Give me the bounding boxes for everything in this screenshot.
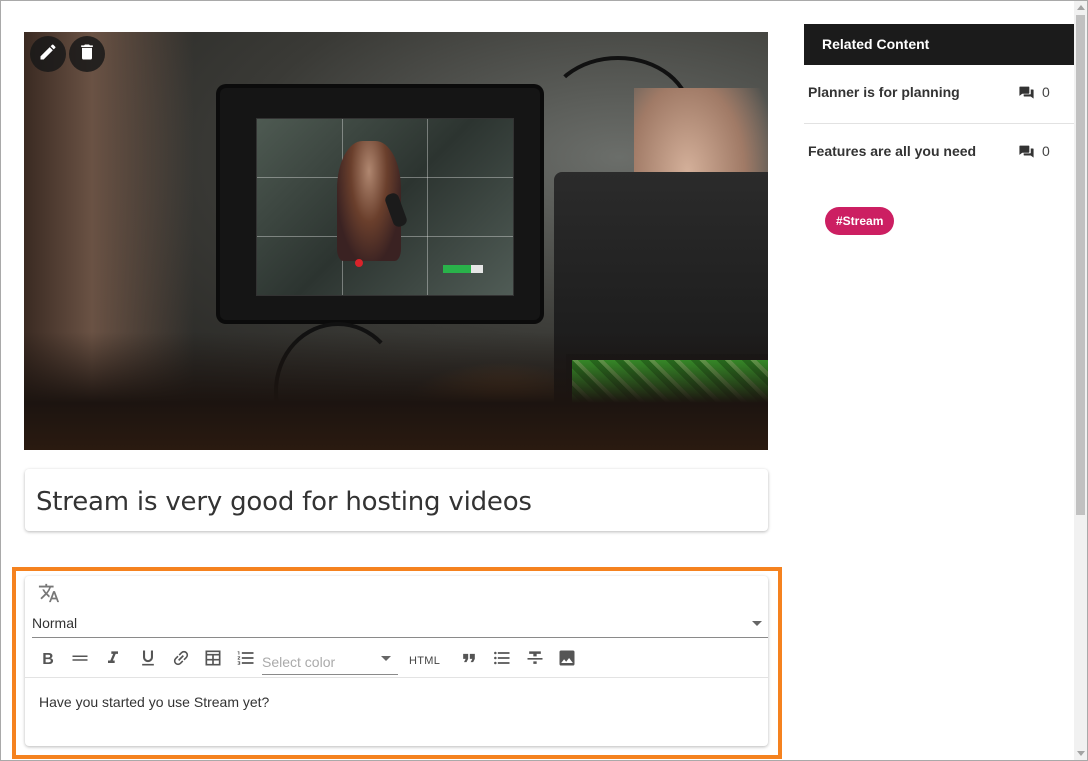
trash-icon (77, 42, 97, 67)
comments-icon (1018, 85, 1035, 101)
quote-icon (459, 648, 479, 673)
strikethrough-icon (525, 648, 545, 673)
related-item-title[interactable]: Planner is for planning (808, 84, 960, 100)
camera-monitor (220, 88, 540, 320)
post-title-card: Stream is very good for hosting videos (25, 469, 768, 531)
bold-button[interactable]: B (37, 649, 59, 671)
comment-editor: Normal B Select color HTML Have you star… (25, 576, 768, 746)
post-title: Stream is very good for hosting videos (36, 487, 532, 517)
paragraph-style-select[interactable]: Normal (32, 610, 768, 638)
italic-icon (103, 648, 123, 673)
html-source-button[interactable]: HTML (409, 655, 440, 667)
scrollbar-thumb[interactable] (1076, 15, 1085, 515)
related-content-title: Related Content (822, 36, 930, 52)
bold-icon: B (42, 651, 54, 668)
insert-image-button[interactable] (556, 649, 578, 671)
vertical-scrollbar[interactable] (1074, 1, 1087, 760)
comment-count: 0 (1042, 143, 1050, 159)
link-button[interactable] (170, 649, 192, 671)
chevron-down-icon (381, 656, 391, 661)
underline-button[interactable] (137, 649, 159, 671)
comment-count: 0 (1042, 84, 1050, 100)
delete-image-button[interactable] (69, 36, 105, 72)
comments-icon (1018, 144, 1035, 160)
related-item[interactable]: Features are all you need 0 (804, 124, 1074, 182)
related-item-title[interactable]: Features are all you need (808, 143, 976, 159)
chevron-down-icon (752, 621, 762, 626)
paragraph-style-value: Normal (32, 615, 78, 631)
strikethrough-button[interactable] (524, 649, 546, 671)
editor-body-text[interactable]: Have you started yo use Stream yet? (39, 694, 269, 710)
edit-image-button[interactable] (30, 36, 66, 72)
pencil-icon (38, 42, 58, 67)
color-select-placeholder: Select color (262, 654, 336, 670)
app-window: Stream is very good for hosting videos N… (0, 0, 1088, 761)
scroll-down-arrow[interactable] (1077, 751, 1085, 756)
bullet-list-button[interactable] (491, 649, 513, 671)
italic-button[interactable] (102, 649, 124, 671)
image-icon (557, 648, 577, 673)
horizontal-rule-button[interactable] (69, 649, 91, 671)
underline-icon (138, 648, 158, 673)
link-icon (171, 648, 191, 673)
editor-toolbar: B Select color HTML (25, 641, 768, 678)
related-item[interactable]: Planner is for planning 0 (804, 65, 1074, 124)
scroll-up-arrow[interactable] (1077, 5, 1085, 10)
ordered-list-button[interactable] (235, 649, 257, 671)
quote-button[interactable] (458, 649, 480, 671)
table-icon (203, 648, 223, 673)
color-select[interactable]: Select color (262, 646, 398, 675)
hero-image (24, 32, 768, 450)
ordered-list-icon (236, 648, 256, 673)
tag-chip[interactable]: #Stream (825, 207, 895, 235)
related-content-header: Related Content (804, 24, 1074, 65)
table-button[interactable] (202, 649, 224, 671)
translate-icon[interactable] (38, 582, 60, 604)
horizontal-rule-icon (70, 648, 90, 673)
bullet-list-icon (492, 648, 512, 673)
